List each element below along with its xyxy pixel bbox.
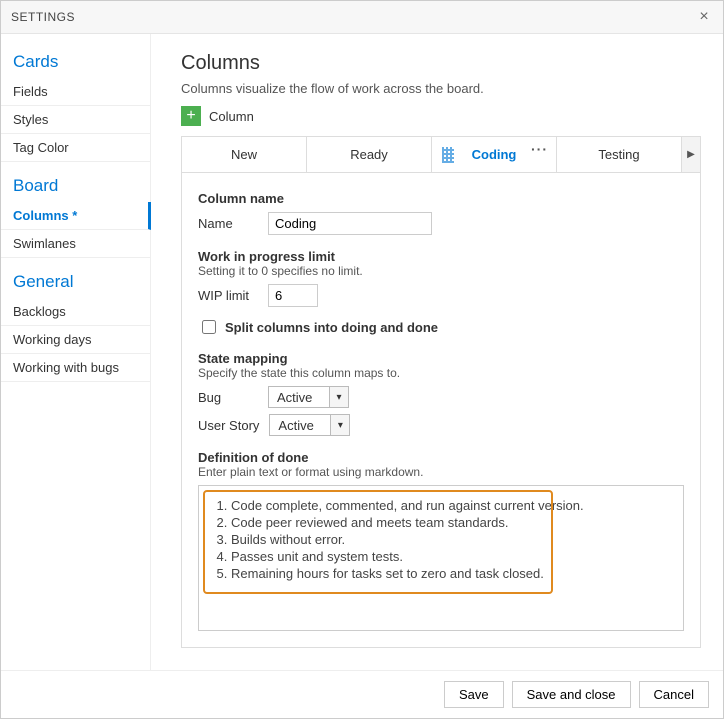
sidebar-item-swimlanes[interactable]: Swimlanes <box>1 230 150 258</box>
state-bug-label: Bug <box>198 390 258 405</box>
dod-item: Code complete, commented, and run agains… <box>231 498 671 513</box>
wip-title: Work in progress limit <box>198 249 684 264</box>
state-mapping-sub: Specify the state this column maps to. <box>198 366 684 380</box>
sidebar-group-general: General <box>1 268 150 298</box>
split-columns-label: Split columns into doing and done <box>225 320 438 335</box>
dod-item: Passes unit and system tests. <box>231 549 671 564</box>
save-and-close-button[interactable]: Save and close <box>512 681 631 708</box>
add-column-label: Column <box>209 109 254 124</box>
dod-sub: Enter plain text or format using markdow… <box>198 465 684 479</box>
sidebar-group-cards: Cards <box>1 48 150 78</box>
sidebar-group-board: Board <box>1 172 150 202</box>
tabs-scroll-right-icon[interactable]: ▶ <box>682 137 700 172</box>
column-name-input[interactable] <box>268 212 432 235</box>
cancel-button[interactable]: Cancel <box>639 681 709 708</box>
chevron-down-icon: ▾ <box>329 387 348 407</box>
state-story-label: User Story <box>198 418 259 433</box>
state-bug-value: Active <box>269 390 329 405</box>
plus-icon: + <box>181 106 201 126</box>
split-columns-checkbox[interactable] <box>202 320 216 334</box>
sidebar-item-backlogs[interactable]: Backlogs <box>1 298 150 326</box>
column-tabs: New Ready Coding ··· Testing ▶ <box>181 136 701 172</box>
tab-testing[interactable]: Testing <box>557 137 682 172</box>
tab-menu-icon[interactable]: ··· <box>531 141 548 157</box>
dod-list: Code complete, commented, and run agains… <box>211 498 671 581</box>
add-column-button[interactable]: + Column <box>181 106 254 126</box>
titlebar: SETTINGS × <box>1 1 723 34</box>
state-mapping-title: State mapping <box>198 351 684 366</box>
dod-item: Remaining hours for tasks set to zero an… <box>231 566 671 581</box>
save-button[interactable]: Save <box>444 681 504 708</box>
dialog-body: Cards Fields Styles Tag Color Board Colu… <box>1 34 723 670</box>
tab-coding-label: Coding <box>472 147 517 162</box>
page-subtitle: Columns visualize the flow of work acros… <box>181 81 701 96</box>
tab-coding[interactable]: Coding ··· <box>432 137 557 172</box>
dod-item: Code peer reviewed and meets team standa… <box>231 515 671 530</box>
page-title: Columns <box>181 52 701 75</box>
tab-new[interactable]: New <box>182 137 307 172</box>
wip-limit-input[interactable] <box>268 284 318 307</box>
sidebar-item-fields[interactable]: Fields <box>1 78 150 106</box>
tab-content: Column name Name Work in progress limit … <box>181 172 701 648</box>
state-story-select[interactable]: Active ▾ <box>269 414 350 436</box>
sidebar-item-tag-color[interactable]: Tag Color <box>1 134 150 162</box>
dialog-footer: Save Save and close Cancel <box>1 670 723 718</box>
dialog-title: SETTINGS <box>11 10 75 24</box>
sidebar-item-columns[interactable]: Columns * <box>1 202 151 230</box>
state-story-value: Active <box>270 418 330 433</box>
wip-label: WIP limit <box>198 288 258 303</box>
close-icon[interactable]: × <box>695 8 713 26</box>
name-label: Name <box>198 216 258 231</box>
dod-editor[interactable]: Code complete, commented, and run agains… <box>198 485 684 631</box>
dod-item: Builds without error. <box>231 532 671 547</box>
wip-sub: Setting it to 0 specifies no limit. <box>198 264 684 278</box>
main-panel: Columns Columns visualize the flow of wo… <box>151 34 723 670</box>
sidebar-item-working-days[interactable]: Working days <box>1 326 150 354</box>
state-bug-select[interactable]: Active ▾ <box>268 386 349 408</box>
dod-title: Definition of done <box>198 450 684 465</box>
chevron-down-icon: ▾ <box>330 415 349 435</box>
sidebar-item-styles[interactable]: Styles <box>1 106 150 134</box>
sidebar: Cards Fields Styles Tag Color Board Colu… <box>1 34 151 670</box>
tab-ready[interactable]: Ready <box>307 137 432 172</box>
settings-dialog: SETTINGS × Cards Fields Styles Tag Color… <box>0 0 724 719</box>
column-name-title: Column name <box>198 191 684 206</box>
sidebar-item-working-bugs[interactable]: Working with bugs <box>1 354 150 382</box>
